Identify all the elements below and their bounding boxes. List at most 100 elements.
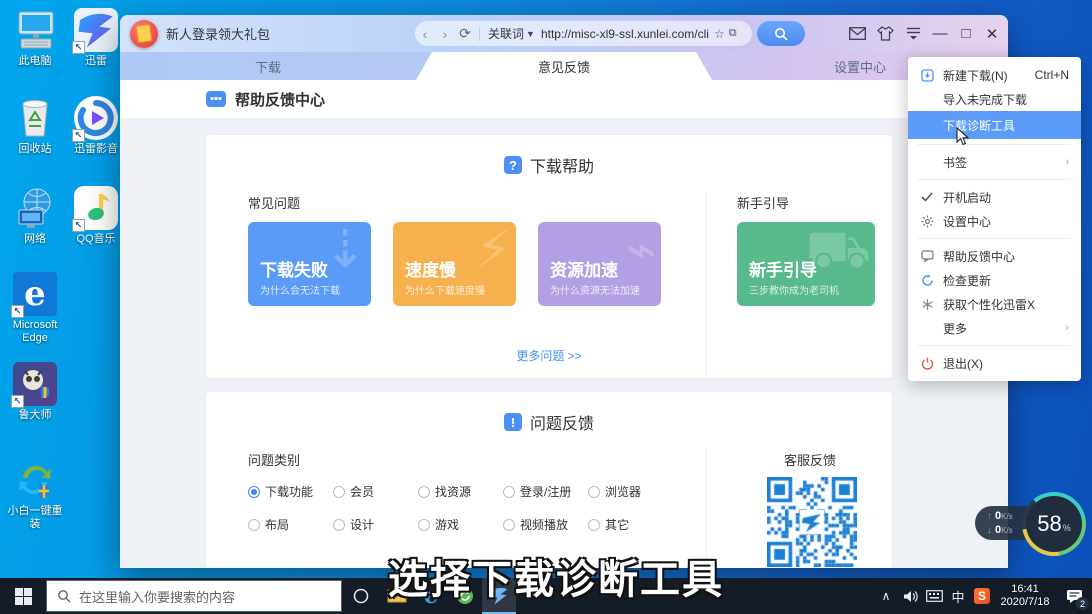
action-center-button[interactable]: 2 bbox=[1056, 578, 1092, 614]
refresh-button[interactable]: ⟳ bbox=[455, 25, 475, 42]
search-button[interactable] bbox=[757, 21, 805, 46]
qr-code bbox=[767, 477, 857, 567]
radio-video[interactable]: 视频播放 bbox=[503, 516, 588, 533]
thunder-player-icon: ↖ bbox=[74, 96, 118, 140]
gear-icon bbox=[920, 214, 934, 228]
desktop-icon-edge[interactable]: e ↖ Microsoft Edge bbox=[7, 272, 63, 345]
upload-arrow-icon: ↑ bbox=[987, 511, 992, 522]
main-menu-icon[interactable] bbox=[904, 25, 922, 43]
chat-bubble-icon bbox=[206, 91, 226, 107]
desktop-icon-network[interactable]: 网络 bbox=[7, 186, 63, 246]
clock[interactable]: 16:41 2020/7/18 bbox=[994, 583, 1056, 609]
power-icon bbox=[920, 356, 934, 370]
exclaim-badge-icon: ! bbox=[504, 413, 522, 431]
menu-item-bookmarks[interactable]: 书签 › bbox=[908, 150, 1081, 174]
help-section-title: ? 下载帮助 bbox=[206, 135, 892, 177]
sparkle-icon bbox=[920, 297, 934, 311]
system-tray: ∧ 中 S 16:41 2020/7/18 2 bbox=[874, 578, 1092, 614]
radio-download-func[interactable]: 下载功能 bbox=[248, 483, 333, 500]
back-button[interactable]: ‹ bbox=[415, 26, 435, 42]
chevron-down-icon[interactable]: ▼ bbox=[526, 29, 535, 39]
menu-item-help-center[interactable]: 帮助反馈中心 bbox=[908, 244, 1081, 268]
url-text[interactable]: http://misc-xl9-ssl.xunlei.com/cli bbox=[541, 27, 709, 41]
desktop-icon-qq-music[interactable]: ↖ QQ音乐 bbox=[68, 186, 124, 246]
collect-page-icon[interactable]: ⧉ bbox=[729, 27, 737, 40]
menu-item-more[interactable]: 更多 › bbox=[908, 316, 1081, 340]
menu-item-new-download[interactable]: 新建下载(N) Ctrl+N bbox=[908, 63, 1081, 87]
start-button[interactable] bbox=[0, 578, 46, 614]
ime-indicator[interactable]: 中 bbox=[946, 578, 970, 614]
radio-icon bbox=[333, 519, 345, 531]
desktop-icon-thunder[interactable]: ↖ 迅雷 bbox=[68, 8, 124, 68]
submenu-arrow-icon: › bbox=[1065, 156, 1069, 168]
new-download-icon bbox=[920, 68, 934, 82]
xiaobai-icon bbox=[13, 458, 57, 502]
ludashi-icon: ↖ bbox=[13, 362, 57, 406]
promo-banner[interactable]: 新人登录领大礼包 bbox=[130, 20, 270, 48]
radio-icon bbox=[588, 486, 600, 498]
touch-keyboard-icon[interactable] bbox=[922, 578, 946, 614]
desktop-icon-xiaobai[interactable]: 小白一键重装 bbox=[7, 458, 63, 531]
qr-column: 客服反馈 bbox=[706, 450, 892, 568]
menu-separator bbox=[918, 144, 1071, 145]
category-label: 问题类别 bbox=[248, 450, 706, 469]
volume-icon[interactable] bbox=[898, 578, 922, 614]
radio-login[interactable]: 登录/注册 bbox=[503, 483, 588, 500]
radio-layout[interactable]: 布局 bbox=[248, 516, 333, 533]
qr-label: 客服反馈 bbox=[784, 450, 892, 469]
menu-item-check-update[interactable]: 检查更新 bbox=[908, 268, 1081, 292]
submenu-arrow-icon: › bbox=[1065, 322, 1069, 334]
question-badge-icon: ? bbox=[504, 156, 522, 174]
more-questions-link[interactable]: 更多问题 >> bbox=[206, 347, 892, 364]
minimize-button[interactable]: — bbox=[932, 25, 948, 42]
faq-card-download-fail[interactable]: ⇣ 下载失败 为什么会无法下载 bbox=[248, 222, 371, 306]
tab-feedback[interactable]: 意见反馈 bbox=[416, 52, 712, 80]
menu-item-personalize[interactable]: 获取个性化迅雷X bbox=[908, 292, 1081, 316]
menu-item-autostart[interactable]: 开机启动 bbox=[908, 185, 1081, 209]
qq-music-icon: ↖ bbox=[74, 186, 118, 230]
faq-card-slow-speed[interactable]: ⚡ 速度慢 为什么下载速度慢 bbox=[393, 222, 516, 306]
sogou-icon[interactable]: S bbox=[970, 578, 994, 614]
skin-icon[interactable] bbox=[876, 25, 894, 43]
guide-card[interactable]: ⛟ 新手引导 三步教你成为老司机 bbox=[737, 222, 875, 306]
keyword-dropdown[interactable]: 关联词 bbox=[488, 25, 524, 42]
chat-bubble-icon bbox=[920, 249, 934, 263]
taskbar-search-input[interactable]: 在这里输入你要搜索的内容 bbox=[46, 580, 342, 612]
cortana-button[interactable] bbox=[342, 578, 380, 614]
promo-text: 新人登录领大礼包 bbox=[166, 24, 270, 43]
desktop-icon-this-pc[interactable]: 此电脑 bbox=[7, 8, 63, 68]
close-button[interactable]: ✕ bbox=[984, 25, 1000, 43]
download-arrow-icon: ⇣ bbox=[323, 224, 367, 276]
faq-card-resource-boost[interactable]: ⌁ 资源加速 为什么资源无法加速 bbox=[538, 222, 661, 306]
radio-member[interactable]: 会员 bbox=[333, 483, 418, 500]
tab-download[interactable]: 下载 bbox=[120, 52, 416, 80]
radio-game[interactable]: 游戏 bbox=[418, 516, 503, 533]
checkmark-icon bbox=[920, 190, 934, 204]
xunlei-window: 新人登录领大礼包 ‹ › ⟳ 关联词 ▼ http://misc-xl9-ssl… bbox=[120, 15, 1008, 568]
radio-icon bbox=[248, 519, 260, 531]
desktop: 此电脑 回收站 网络 e ↖ Microsoft Edge ↖ 鲁大师 小白 bbox=[0, 0, 1092, 614]
radio-find-resource[interactable]: 找资源 bbox=[418, 483, 503, 500]
menu-item-import-unfinished[interactable]: 导入未完成下载 bbox=[908, 87, 1081, 111]
desktop-icon-thunder-player[interactable]: ↖ 迅雷影音 bbox=[68, 96, 124, 156]
radio-icon bbox=[503, 486, 515, 498]
radio-browser[interactable]: 浏览器 bbox=[588, 483, 673, 500]
maximize-button[interactable]: □ bbox=[958, 25, 974, 42]
mail-icon[interactable] bbox=[848, 25, 866, 43]
network-icon bbox=[13, 186, 57, 230]
mouse-cursor-icon bbox=[956, 127, 970, 146]
bookmark-star-icon[interactable]: ☆ bbox=[714, 27, 725, 41]
radio-design[interactable]: 设计 bbox=[333, 516, 418, 533]
desktop-icon-recycle-bin[interactable]: 回收站 bbox=[7, 96, 63, 156]
forward-button[interactable]: › bbox=[435, 26, 455, 42]
radio-other[interactable]: 其它 bbox=[588, 516, 673, 533]
desktop-icon-ludashi[interactable]: ↖ 鲁大师 bbox=[7, 362, 63, 422]
menu-item-settings[interactable]: 设置中心 bbox=[908, 209, 1081, 233]
shortcut-arrow-icon: ↖ bbox=[11, 395, 24, 408]
menu-item-exit[interactable]: 退出(X) bbox=[908, 351, 1081, 375]
shortcut-arrow-icon: ↖ bbox=[72, 219, 85, 232]
tray-chevron-up-icon[interactable]: ∧ bbox=[874, 578, 898, 614]
this-pc-icon bbox=[13, 8, 57, 52]
performance-ball[interactable]: 58 % bbox=[1022, 492, 1086, 556]
menu-item-diagnostic-tool[interactable]: 下载诊断工具 bbox=[908, 111, 1081, 139]
